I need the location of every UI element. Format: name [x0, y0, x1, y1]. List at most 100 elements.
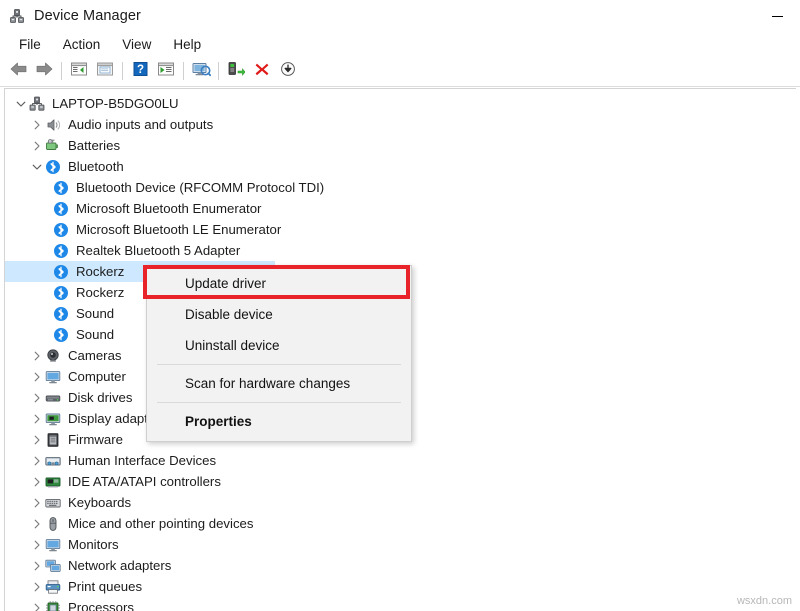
uninstall-device-icon — [254, 61, 270, 82]
processor-icon — [45, 600, 61, 611]
tree-item[interactable]: Network adapters — [5, 555, 796, 576]
chevron-right-icon[interactable] — [29, 534, 45, 555]
network-adapter-icon — [45, 558, 61, 574]
tree-item[interactable]: Microsoft Bluetooth Enumerator — [5, 198, 796, 219]
tree-item-label: Processors — [68, 600, 134, 611]
tree-item-label: Realtek Bluetooth 5 Adapter — [76, 243, 240, 258]
chevron-right-icon[interactable] — [29, 555, 45, 576]
play-window-icon — [157, 61, 175, 82]
scan-hardware-changes-icon — [191, 61, 211, 82]
tree-item[interactable]: Bluetooth — [5, 156, 796, 177]
chevron-right-icon[interactable] — [29, 135, 45, 156]
tree-item[interactable]: IDE ATA/ATAPI controllers — [5, 471, 796, 492]
speaker-icon — [45, 117, 61, 133]
tree-item[interactable]: Mice and other pointing devices — [5, 513, 796, 534]
help-question-icon: ? — [132, 61, 149, 82]
context-menu-item[interactable]: Properties — [147, 406, 411, 437]
scan-hardware-button[interactable] — [188, 59, 214, 83]
menu-file[interactable]: File — [10, 35, 50, 54]
action-window-button[interactable] — [153, 59, 179, 83]
tree-item-label: Batteries — [68, 138, 120, 153]
chevron-right-icon[interactable] — [29, 366, 45, 387]
chevron-right-icon[interactable] — [29, 450, 45, 471]
tree-item[interactable]: Batteries — [5, 135, 796, 156]
chevron-right-icon[interactable] — [29, 513, 45, 534]
tree-item-label: Disk drives — [68, 390, 132, 405]
chevron-right-icon[interactable] — [29, 345, 45, 366]
context-menu-item[interactable]: Uninstall device — [147, 330, 411, 361]
console-tree-button[interactable] — [66, 59, 92, 83]
toolbar-separator — [122, 62, 123, 80]
tree-item-label: Network adapters — [68, 558, 171, 573]
printer-icon — [45, 579, 61, 595]
tree-item-label: Audio inputs and outputs — [68, 117, 213, 132]
chevron-right-icon[interactable] — [29, 387, 45, 408]
toolbar: ? — [0, 56, 800, 87]
tree-item-label: Mice and other pointing devices — [68, 516, 253, 531]
tree-item-label: Microsoft Bluetooth Enumerator — [76, 201, 261, 216]
update-driver-button[interactable] — [223, 59, 249, 83]
tree-item-label: Human Interface Devices — [68, 453, 216, 468]
chevron-right-icon[interactable] — [29, 429, 45, 450]
context-menu-item[interactable]: Disable device — [147, 299, 411, 330]
back-button[interactable] — [5, 59, 31, 83]
menu-help[interactable]: Help — [164, 35, 210, 54]
monitor-icon — [45, 369, 61, 385]
properties-button[interactable] — [92, 59, 118, 83]
update-driver-icon — [227, 61, 245, 82]
tree-item[interactable]: Keyboards — [5, 492, 796, 513]
tree-item[interactable]: Microsoft Bluetooth LE Enumerator — [5, 219, 796, 240]
context-menu-separator — [157, 364, 401, 365]
tree-item[interactable]: Human Interface Devices — [5, 450, 796, 471]
bluetooth-icon — [53, 222, 69, 238]
hid-icon — [45, 453, 61, 469]
tree-item-label: Print queues — [68, 579, 142, 594]
uninstall-device-button[interactable] — [249, 59, 275, 83]
tree-item-label: Keyboards — [68, 495, 131, 510]
device-manager-icon — [9, 8, 25, 24]
toolbar-separator — [61, 62, 62, 80]
tree-item-label: Rockerz — [76, 285, 124, 300]
chevron-right-icon[interactable] — [29, 408, 45, 429]
context-menu[interactable]: Update driverDisable deviceUninstall dev… — [146, 265, 412, 442]
chevron-right-icon[interactable] — [29, 492, 45, 513]
display-adapter-icon — [45, 411, 61, 427]
minimize-icon — [772, 16, 783, 17]
tree-item-label: Microsoft Bluetooth LE Enumerator — [76, 222, 281, 237]
menu-action[interactable]: Action — [54, 35, 110, 54]
tree-item[interactable]: Realtek Bluetooth 5 Adapter — [5, 240, 796, 261]
monitor-icon — [45, 537, 61, 553]
tree-item[interactable]: Print queues — [5, 576, 796, 597]
help-button[interactable]: ? — [127, 59, 153, 83]
bluetooth-icon — [53, 180, 69, 196]
menu-view[interactable]: View — [113, 35, 160, 54]
chevron-right-icon[interactable] — [29, 597, 45, 611]
context-menu-item[interactable]: Scan for hardware changes — [147, 368, 411, 399]
tree-item-label: Cameras — [68, 348, 122, 363]
tree-item[interactable]: Audio inputs and outputs — [5, 114, 796, 135]
tree-item[interactable]: Processors — [5, 597, 796, 611]
context-menu-item[interactable]: Update driver — [147, 268, 411, 299]
chevron-right-icon[interactable] — [29, 471, 45, 492]
tree-item-label: Rockerz — [76, 264, 124, 279]
tree-item[interactable]: LAPTOP-B5DGO0LU — [5, 93, 796, 114]
keyboard-icon — [45, 495, 61, 511]
chevron-down-icon[interactable] — [13, 93, 29, 114]
title-bar: Device Manager — [0, 0, 800, 32]
properties-window-icon — [96, 61, 114, 82]
show-hide-console-tree-icon — [70, 61, 88, 82]
bluetooth-icon — [45, 159, 61, 175]
tree-item[interactable]: Monitors — [5, 534, 796, 555]
minimize-button[interactable] — [754, 0, 800, 32]
chevron-down-icon[interactable] — [29, 156, 45, 177]
forward-button[interactable] — [31, 59, 57, 83]
chevron-right-icon[interactable] — [29, 114, 45, 135]
computer-node-icon — [29, 96, 45, 112]
menu-bar: File Action View Help — [0, 32, 800, 56]
bluetooth-icon — [53, 201, 69, 217]
disk-drive-icon — [45, 390, 61, 406]
bluetooth-icon — [53, 327, 69, 343]
disable-device-button[interactable] — [275, 59, 301, 83]
chevron-right-icon[interactable] — [29, 576, 45, 597]
tree-item[interactable]: Bluetooth Device (RFCOMM Protocol TDI) — [5, 177, 796, 198]
